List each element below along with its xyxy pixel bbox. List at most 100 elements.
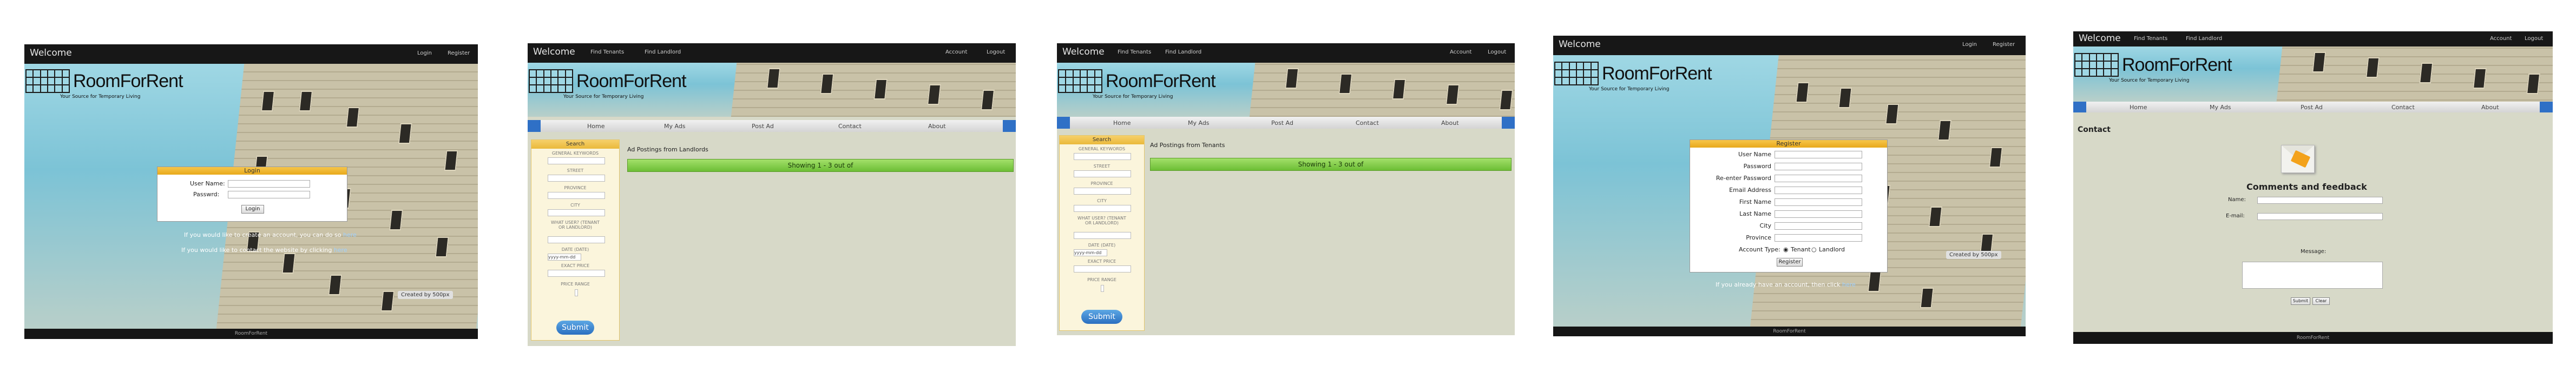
province-input[interactable] bbox=[1074, 188, 1131, 195]
email-input[interactable] bbox=[2257, 213, 2383, 220]
menu-home[interactable]: Home bbox=[1113, 119, 1131, 127]
menu-home[interactable]: Home bbox=[587, 123, 604, 130]
photo-credit[interactable]: Created by 500px bbox=[1946, 251, 2001, 259]
logo-tagline: Your Source for Temporary Living bbox=[563, 94, 644, 99]
password-input[interactable] bbox=[1775, 163, 1862, 170]
menu-about[interactable]: About bbox=[2481, 104, 2499, 111]
reenter-password-input[interactable] bbox=[1775, 175, 1862, 182]
field-label-street: STREET bbox=[1093, 164, 1110, 169]
results-count-bar: Showing 1 - 3 out of bbox=[627, 159, 1014, 172]
register-screen: Welcome Login Register RoomForRent Your … bbox=[1553, 36, 2026, 336]
landlord-radio-icon[interactable]: ○ bbox=[1811, 246, 1817, 253]
nav-register-link[interactable]: Register bbox=[448, 50, 470, 56]
field-label-street: STREET bbox=[567, 168, 584, 173]
field-label-city: CITY bbox=[570, 203, 580, 208]
main-menu: Home My Ads Post Ad Contact About bbox=[528, 120, 1016, 132]
price-range-slider[interactable] bbox=[1101, 285, 1104, 292]
create-account-text: If you would like to create an account, … bbox=[184, 231, 341, 238]
nav-find-tenants[interactable]: Find Tenants bbox=[590, 49, 624, 55]
results-heading: Ad Postings from Landlords bbox=[627, 146, 708, 153]
nav-register-link[interactable]: Register bbox=[1993, 42, 2015, 48]
city-input[interactable] bbox=[1775, 222, 1862, 230]
nav-login-link[interactable]: Login bbox=[417, 50, 432, 56]
login-note-link[interactable]: here bbox=[1842, 281, 1856, 288]
username-input[interactable] bbox=[1775, 151, 1862, 158]
photo-credit[interactable]: Created by 500px bbox=[398, 291, 453, 299]
submit-button[interactable]: Submit bbox=[1081, 310, 1122, 324]
menu-contact[interactable]: Contact bbox=[1356, 119, 1379, 127]
nav-logout[interactable]: Logout bbox=[1488, 49, 1506, 55]
create-account-link[interactable]: here bbox=[343, 231, 357, 238]
menu-my-ads[interactable]: My Ads bbox=[664, 123, 686, 130]
exact-price-input[interactable] bbox=[548, 270, 605, 277]
keywords-input[interactable] bbox=[548, 157, 605, 164]
username-label: User Name bbox=[1738, 151, 1771, 158]
password-input[interactable] bbox=[228, 191, 310, 198]
name-input[interactable] bbox=[2257, 197, 2383, 204]
date-input[interactable]: yyyy-mm-dd bbox=[1074, 249, 1107, 256]
nav-find-landlord[interactable]: Find Landlord bbox=[1165, 49, 1201, 55]
price-range-slider[interactable] bbox=[575, 289, 578, 296]
menu-contact[interactable]: Contact bbox=[838, 123, 862, 130]
site-logo[interactable]: RoomForRent Your Source for Temporary Li… bbox=[529, 69, 687, 99]
nav-find-landlord[interactable]: Find Landlord bbox=[645, 49, 681, 55]
message-textarea[interactable] bbox=[2242, 262, 2383, 289]
building-logo-icon bbox=[529, 69, 573, 93]
menu-post-ad[interactable]: Post Ad bbox=[752, 123, 774, 130]
submit-button[interactable]: Submit bbox=[2291, 297, 2310, 305]
account-type-label: Account Type: bbox=[1739, 246, 1780, 253]
login-note: If you already have an account, then cli… bbox=[1716, 281, 1856, 288]
date-input[interactable]: yyyy-mm-dd bbox=[548, 254, 581, 261]
menu-about[interactable]: About bbox=[1441, 119, 1459, 127]
city-input[interactable] bbox=[1074, 205, 1131, 212]
province-input[interactable] bbox=[1775, 234, 1862, 242]
search-title: Search bbox=[1060, 136, 1144, 144]
field-label-city: CITY bbox=[1097, 198, 1107, 203]
last-name-input[interactable] bbox=[1775, 210, 1862, 218]
logo-tagline: Your Source for Temporary Living bbox=[2109, 78, 2190, 83]
email-input[interactable] bbox=[1775, 187, 1862, 194]
menu-contact[interactable]: Contact bbox=[2391, 104, 2415, 111]
nav-logout[interactable]: Logout bbox=[2525, 36, 2543, 42]
first-name-input[interactable] bbox=[1775, 198, 1862, 206]
register-button[interactable]: Register bbox=[1777, 258, 1803, 267]
nav-find-tenants[interactable]: Find Tenants bbox=[1118, 49, 1151, 55]
street-input[interactable] bbox=[548, 175, 605, 182]
nav-find-tenants[interactable]: Find Tenants bbox=[2134, 36, 2167, 42]
nav-find-landlord[interactable]: Find Landlord bbox=[2186, 36, 2222, 42]
tenant-radio-icon[interactable]: ◉ bbox=[1783, 246, 1789, 253]
menu-my-ads[interactable]: My Ads bbox=[1188, 119, 1210, 127]
nav-account[interactable]: Account bbox=[945, 49, 967, 55]
city-input[interactable] bbox=[548, 209, 605, 216]
menu-post-ad[interactable]: Post Ad bbox=[2301, 104, 2323, 111]
exact-price-input[interactable] bbox=[1074, 265, 1131, 272]
contact-note: If you would like to contact the website… bbox=[181, 247, 347, 254]
site-logo[interactable]: RoomForRent Your Source for Temporary Li… bbox=[1058, 69, 1216, 99]
login-button[interactable]: Login bbox=[241, 205, 264, 214]
nav-account[interactable]: Account bbox=[1450, 49, 1471, 55]
user-type-input[interactable] bbox=[1074, 232, 1131, 239]
nav-logout[interactable]: Logout bbox=[987, 49, 1005, 55]
clear-button[interactable]: Clear bbox=[2312, 297, 2330, 305]
nav-login-link[interactable]: Login bbox=[1962, 42, 1977, 48]
menu-my-ads[interactable]: My Ads bbox=[2210, 104, 2231, 111]
keywords-input[interactable] bbox=[1074, 153, 1131, 160]
site-logo[interactable]: RoomForRent Your Source for Temporary Li… bbox=[25, 69, 183, 99]
contact-screen: Welcome Find Tenants Find Landlord Accou… bbox=[2073, 31, 2553, 344]
menu-home[interactable]: Home bbox=[2130, 104, 2147, 111]
menu-post-ad[interactable]: Post Ad bbox=[1271, 119, 1293, 127]
nav-account[interactable]: Account bbox=[2490, 36, 2512, 42]
logo-name: RoomForRent bbox=[576, 70, 687, 91]
dialog-title: Login bbox=[157, 167, 347, 175]
menu-about[interactable]: About bbox=[928, 123, 946, 130]
street-input[interactable] bbox=[1074, 170, 1131, 177]
contact-link[interactable]: here bbox=[334, 247, 347, 254]
submit-button[interactable]: Submit bbox=[556, 321, 594, 335]
name-label: Name: bbox=[2228, 197, 2246, 203]
top-bar: Welcome Find Tenants Find Landlord Accou… bbox=[2073, 31, 2553, 46]
site-logo[interactable]: RoomForRent Your Source for Temporary Li… bbox=[1554, 62, 1712, 92]
province-input[interactable] bbox=[548, 192, 605, 199]
site-logo[interactable]: RoomForRent Your Source for Temporary Li… bbox=[2074, 53, 2232, 83]
user-type-input[interactable] bbox=[548, 236, 605, 243]
username-input[interactable] bbox=[228, 180, 310, 188]
